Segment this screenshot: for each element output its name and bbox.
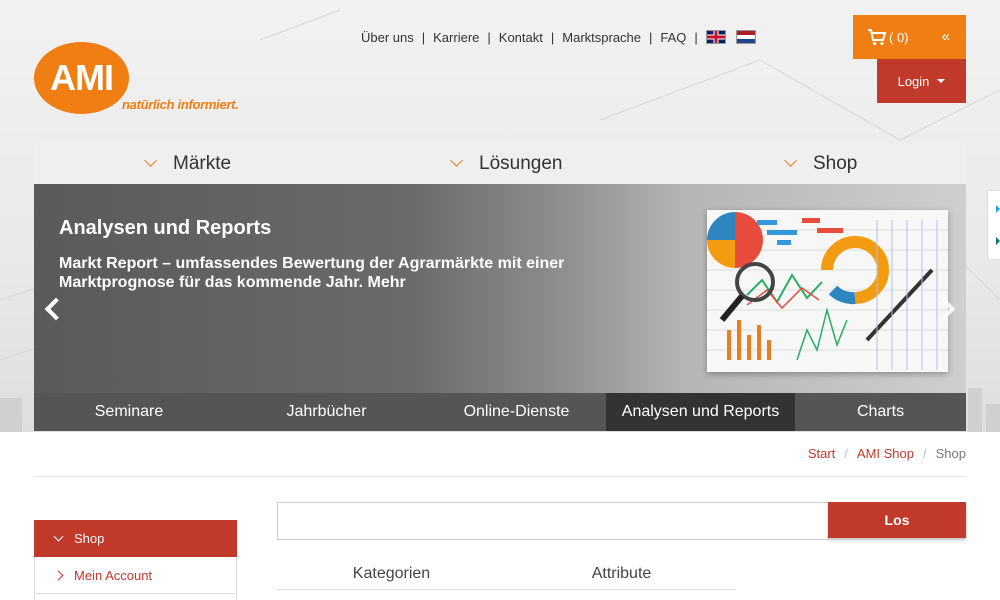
social-sidebar[interactable] (987, 190, 1000, 260)
link-ueber-uns[interactable]: Über uns (361, 30, 414, 45)
separator: | (550, 29, 555, 45)
slide-text[interactable]: Markt Report – umfassendes Bewertung der… (59, 254, 599, 292)
breadcrumb: Start / AMI Shop / Shop (808, 446, 966, 461)
tab-online-dienste[interactable]: Online-Dienste (429, 393, 604, 431)
separator: | (694, 29, 698, 45)
sidebar-item[interactable] (34, 594, 237, 600)
sidebar-item-mein-account[interactable]: Mein Account (34, 557, 237, 594)
link-kontakt[interactable]: Kontakt (499, 30, 543, 45)
top-links: Über uns | Karriere | Kontakt | Marktspr… (361, 29, 756, 45)
nav-label: Shop (813, 152, 858, 174)
flag-nl-icon[interactable] (735, 30, 756, 44)
tab-analysen-und-reports[interactable]: Analysen und Reports (606, 393, 795, 431)
search-input[interactable] (277, 502, 829, 540)
nav-label: Märkte (173, 152, 232, 174)
tab-kategorien[interactable]: Kategorien (277, 560, 506, 588)
tab-attribute[interactable]: Attribute (507, 560, 736, 588)
search-button[interactable]: Los (828, 502, 966, 538)
main-navigation: Märkte Lösungen Shop (34, 143, 966, 184)
cart-count: ( 0) (889, 29, 909, 45)
breadcrumb-separator: / (844, 446, 848, 461)
login-label: Login (897, 73, 930, 89)
tab-charts[interactable]: Charts (795, 393, 966, 431)
link-karriere[interactable]: Karriere (433, 30, 479, 45)
sidebar-menu: Shop Mein Account (34, 520, 237, 600)
nav-shop[interactable]: Shop (784, 143, 858, 184)
nav-maerkte[interactable]: Märkte (144, 143, 232, 184)
chevron-down-icon (450, 154, 463, 167)
breadcrumb-start[interactable]: Start (808, 446, 835, 461)
divider (34, 476, 966, 477)
slide-image (707, 210, 948, 372)
chevron-down-icon (144, 154, 157, 167)
breadcrumb-current: Shop (935, 446, 966, 461)
ami-logo[interactable]: AMI natürlich informiert. (34, 42, 239, 117)
link-marktsprache[interactable]: Marktsprache (562, 30, 641, 45)
filter-tabs: Kategorien Attribute (277, 560, 736, 590)
nav-label: Lösungen (479, 152, 563, 174)
sidebar-item-label: Shop (74, 531, 105, 546)
sidebar-item-shop[interactable]: Shop (34, 520, 237, 557)
collapse-icon[interactable]: « (942, 28, 950, 45)
logo-mark: AMI (34, 42, 129, 114)
login-button[interactable]: Login (877, 59, 966, 103)
tab-jahrbuecher[interactable]: Jahrbücher (224, 393, 429, 431)
slider-prev-icon[interactable] (44, 297, 68, 321)
slider-tabs: Seminare Jahrbücher Online-Dienste Analy… (34, 393, 966, 431)
hero-slider: Analysen und Reports Markt Report – umfa… (34, 184, 966, 393)
breadcrumb-ami-shop[interactable]: AMI Shop (857, 446, 914, 461)
flag-uk-icon[interactable] (705, 30, 726, 44)
link-faq[interactable]: FAQ (660, 30, 686, 45)
separator: | (649, 29, 653, 45)
cart-button[interactable]: ( 0) « (853, 15, 966, 59)
slide-title: Analysen und Reports (59, 217, 272, 239)
social-icons (996, 205, 1000, 245)
breadcrumb-separator: / (923, 446, 927, 461)
separator: | (487, 29, 491, 45)
tab-seminare[interactable]: Seminare (34, 393, 224, 431)
separator: | (421, 29, 426, 45)
chevron-down-icon (53, 531, 64, 542)
chevron-right-icon (53, 570, 64, 580)
chevron-down-icon (784, 154, 797, 167)
sidebar-item-label: Mein Account (74, 567, 153, 583)
charts-illustration (707, 210, 948, 372)
logo-tagline: natürlich informiert. (122, 97, 239, 112)
nav-loesungen[interactable]: Lösungen (450, 143, 563, 184)
caret-down-icon (937, 79, 946, 83)
shopping-cart-icon (868, 29, 887, 46)
